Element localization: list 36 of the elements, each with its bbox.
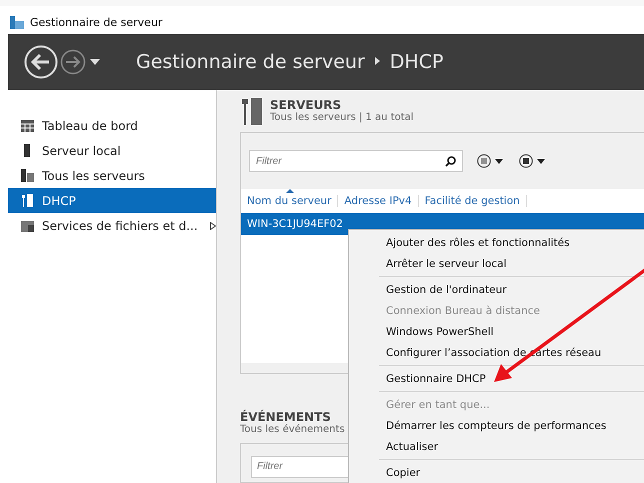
menu-item[interactable]: Actualiser [349, 436, 644, 457]
search-icon [445, 156, 456, 166]
filter-box[interactable]: Filtrer [249, 150, 463, 172]
menu-item[interactable]: Windows PowerShell [349, 321, 644, 342]
breadcrumb-separator-icon [374, 56, 380, 64]
menu-item[interactable]: Ajouter des rôles et fonctionnalités [349, 232, 644, 253]
section-title: SERVEURS [270, 98, 342, 112]
tools-server-icon [240, 98, 264, 126]
filter-field[interactable]: Filtrer [256, 156, 406, 166]
tools-server-icon [21, 194, 34, 207]
breadcrumb-item: DHCP [390, 51, 444, 73]
dropdown-caret-icon[interactable] [90, 59, 100, 65]
sidebar-item[interactable]: Tableau de bord [8, 113, 216, 138]
window-title: Gestionnaire de serveur [30, 16, 162, 28]
section-subtitle: Tous les serveurs | 1 au total [270, 112, 414, 123]
menu-item[interactable]: Gestionnaire DHCP [349, 368, 644, 389]
menu-item[interactable]: Gestion de l'ordinateur [349, 279, 644, 300]
column-header[interactable]: Adresse IPv4 [338, 195, 419, 207]
section-subtitle: Tous les événements [240, 424, 345, 435]
app-icon [10, 16, 24, 28]
grid-icon [21, 120, 34, 132]
sidebar-item[interactable]: Tous les serveurs [8, 163, 216, 188]
menu-item[interactable]: Arrêter le serveur local [349, 253, 644, 274]
sidebar-item[interactable]: Serveur local [8, 138, 216, 163]
menu-item[interactable]: Démarrer les compteurs de performances [349, 415, 644, 436]
section-title: ÉVÉNEMENTS [240, 410, 331, 424]
back-button[interactable] [24, 45, 58, 79]
breadcrumb-item[interactable]: Gestionnaire de serveur [136, 51, 365, 73]
column-header[interactable]: Nom du serveur [241, 195, 338, 207]
servers-icon [21, 169, 34, 182]
column-header[interactable]: Facilité de gestion [418, 195, 527, 207]
save-options-button[interactable] [519, 154, 547, 168]
folder-server-icon [21, 220, 34, 232]
sidebar-item[interactable]: DHCP [8, 188, 216, 213]
sidebar-item[interactable]: Services de fichiers et d... [8, 213, 216, 238]
list-options-button[interactable] [477, 154, 505, 168]
